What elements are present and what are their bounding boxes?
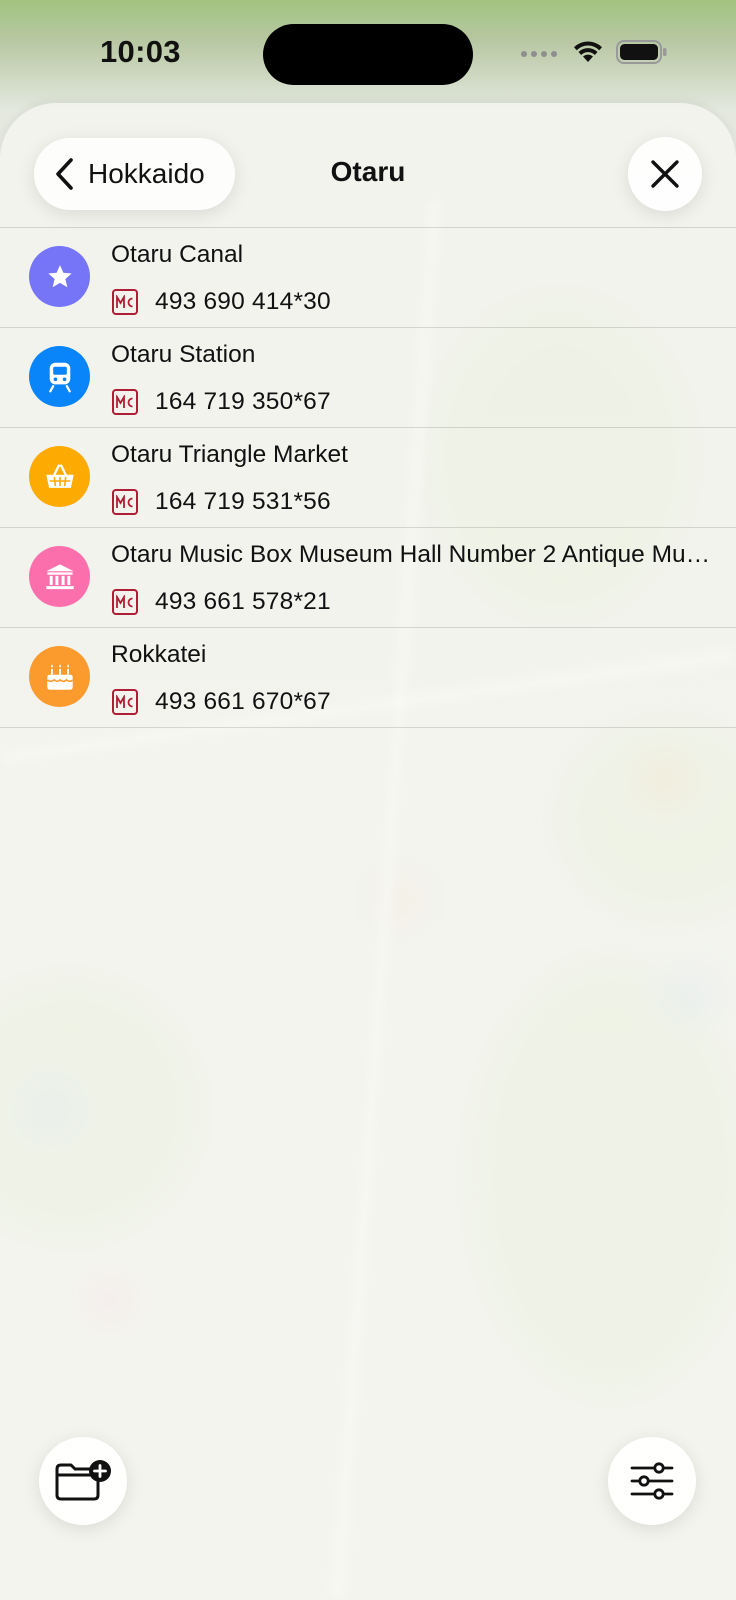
mapcode-line: 493 661 578*21 xyxy=(112,588,331,616)
mapcode-value: 493 690 414*30 xyxy=(155,288,331,315)
mapcode-logo-icon xyxy=(112,389,138,415)
add-folder-button[interactable] xyxy=(39,1437,127,1525)
sliders-icon xyxy=(630,1462,674,1500)
filter-button[interactable] xyxy=(608,1437,696,1525)
folder-add-icon xyxy=(55,1460,111,1501)
mapcode-logo-icon xyxy=(112,489,138,515)
place-row[interactable]: Otaru Music Box Museum Hall Number 2 Ant… xyxy=(0,528,736,628)
close-button[interactable] xyxy=(628,137,702,211)
mapcode-logo-icon xyxy=(112,289,138,315)
battery-icon xyxy=(616,40,667,64)
mapcode-logo-icon xyxy=(112,589,138,615)
place-name: Otaru Canal xyxy=(111,241,244,268)
place-category-icon xyxy=(29,546,90,607)
mapcode-value: 164 719 350*67 xyxy=(155,388,331,415)
mapcode-line: 493 690 414*30 xyxy=(112,288,331,316)
star-icon xyxy=(47,264,72,287)
place-name: Otaru Station xyxy=(111,341,256,368)
cellular-signal-icon xyxy=(521,51,557,57)
place-name: Rokkatei xyxy=(111,641,207,668)
place-row[interactable]: Otaru Triangle Market 164 719 531*56 xyxy=(0,428,736,528)
mapcode-logo-icon xyxy=(112,689,138,715)
place-name: Otaru Triangle Market xyxy=(111,441,348,468)
place-category-icon xyxy=(29,246,90,307)
place-category-icon xyxy=(29,646,90,707)
wifi-icon xyxy=(574,41,602,62)
place-row[interactable]: Otaru Canal 493 690 414*30 xyxy=(0,228,736,328)
mapcode-line: 164 719 531*56 xyxy=(112,488,331,516)
mapcode-line: 164 719 350*67 xyxy=(112,388,331,416)
place-list: Otaru Canal 493 690 414*30 Otaru Station xyxy=(0,227,736,728)
place-row[interactable]: Otaru Station 164 719 350*67 xyxy=(0,328,736,428)
close-icon xyxy=(651,160,679,188)
mapcode-value: 493 661 670*67 xyxy=(155,688,331,715)
place-name: Otaru Music Box Museum Hall Number 2 Ant… xyxy=(111,541,719,568)
status-icons xyxy=(520,40,668,64)
dynamic-island xyxy=(263,24,473,85)
sheet-header: Hokkaido Otaru xyxy=(0,103,736,228)
train-icon xyxy=(48,362,71,392)
basket-icon xyxy=(45,463,74,488)
status-time: 10:03 xyxy=(100,34,181,69)
mapcode-value: 493 661 578*21 xyxy=(155,588,331,615)
cake-icon xyxy=(46,663,73,690)
sheet-title: Otaru xyxy=(330,156,406,187)
status-bar: 10:03 xyxy=(0,0,736,100)
place-category-icon xyxy=(29,346,90,407)
museum-icon xyxy=(45,563,74,589)
place-category-icon xyxy=(29,446,90,507)
mapcode-line: 493 661 670*67 xyxy=(112,688,331,716)
mapcode-value: 164 719 531*56 xyxy=(155,488,331,515)
places-sheet: Hokkaido Otaru Otaru Canal 493 690 414*3… xyxy=(0,103,736,1600)
place-row[interactable]: Rokkatei 493 661 670*67 xyxy=(0,628,736,728)
